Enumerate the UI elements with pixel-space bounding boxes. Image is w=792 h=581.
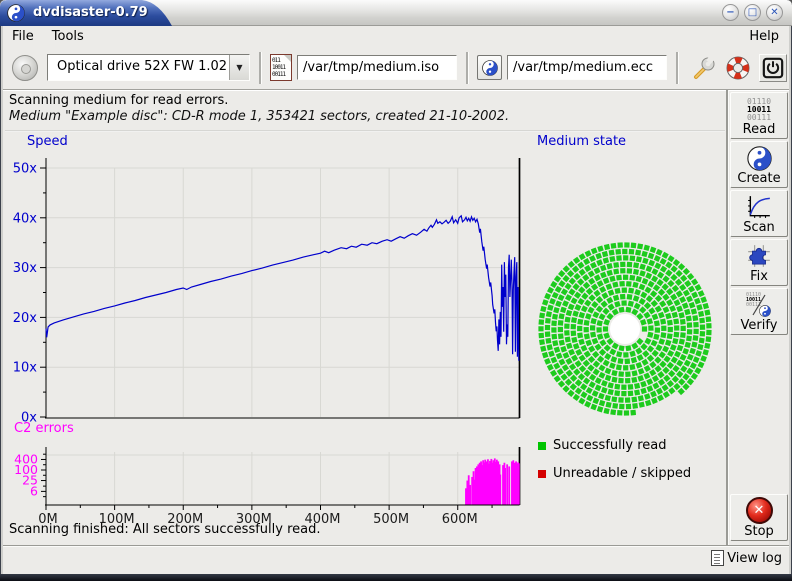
view-log-button[interactable]: View log xyxy=(711,550,782,566)
scan-button[interactable]: Scan xyxy=(730,190,788,237)
window-title: dvdisaster-0.79 xyxy=(33,0,148,25)
toolbar-separator xyxy=(259,52,261,84)
toolbar-separator xyxy=(466,52,468,84)
stop-x-icon: ✕ xyxy=(746,497,773,524)
toolbar: Optical drive 52X FW 1.02 ▼ 011 10011 00… xyxy=(3,46,789,90)
verify-compare-icon: 01110 10011 00111 xyxy=(746,292,772,318)
app-yinyang-icon xyxy=(7,4,25,22)
drive-selector[interactable]: Optical drive 52X FW 1.02 ▼ xyxy=(47,54,250,81)
titlebar[interactable]: dvdisaster-0.79 − □ ✕ xyxy=(0,0,792,26)
legend-successfully-read: Successfully read xyxy=(538,438,666,453)
svg-text:40x: 40x xyxy=(13,211,38,226)
svg-text:30x: 30x xyxy=(13,261,38,276)
create-button[interactable]: Create xyxy=(730,141,788,188)
help-lifebuoy-icon[interactable] xyxy=(725,55,751,81)
red-square-icon xyxy=(538,470,546,478)
svg-text:10x: 10x xyxy=(13,361,38,376)
menubar: File Tools Help xyxy=(3,26,789,46)
menu-tools[interactable]: Tools xyxy=(43,28,93,45)
log-list-icon xyxy=(711,550,724,566)
statusbar: View log xyxy=(3,545,789,574)
ecc-path-input[interactable] xyxy=(507,55,667,80)
ecc-file-icon xyxy=(477,55,502,80)
minimize-button[interactable]: − xyxy=(722,4,739,21)
read-binary-icon: 01110 10011 00111 xyxy=(747,98,771,122)
toolbar-separator xyxy=(676,52,678,84)
iso-path-input[interactable] xyxy=(297,55,457,80)
fix-button[interactable]: Fix xyxy=(730,239,788,286)
menu-help[interactable]: Help xyxy=(739,28,789,45)
puzzle-piece-icon xyxy=(746,243,772,269)
separator xyxy=(726,90,728,545)
close-button[interactable]: ✕ xyxy=(766,4,783,21)
maximize-button[interactable]: □ xyxy=(744,4,761,21)
green-square-icon xyxy=(538,442,546,450)
iso-file-icon: 011 10011 00111 xyxy=(270,54,292,81)
app-window: dvdisaster-0.79 − □ ✕ File Tools Help Op… xyxy=(0,0,792,581)
scan-result-status: Scanning finished: All sectors successfu… xyxy=(9,522,321,537)
verify-button[interactable]: 01110 10011 00111 Verify xyxy=(730,288,788,335)
scan-curve-icon xyxy=(746,194,772,220)
chevron-down-icon[interactable]: ▼ xyxy=(229,55,249,80)
svg-text:0x: 0x xyxy=(21,411,37,426)
preferences-wrench-icon[interactable] xyxy=(691,55,717,81)
svg-text:500M: 500M xyxy=(373,512,409,527)
svg-text:20x: 20x xyxy=(13,311,38,326)
svg-text:50x: 50x xyxy=(13,162,38,177)
main-content: Scanning medium for read errors. Medium … xyxy=(3,90,789,545)
optical-drive-icon xyxy=(12,55,38,81)
menu-file[interactable]: File xyxy=(3,28,43,45)
legend-unreadable: Unreadable / skipped xyxy=(538,466,691,481)
read-button[interactable]: 01110 10011 00111 Read xyxy=(730,92,788,139)
drive-selector-value: Optical drive 52X FW 1.02 xyxy=(48,55,229,80)
svg-text:6: 6 xyxy=(30,483,38,498)
svg-text:600M: 600M xyxy=(442,512,478,527)
stop-button[interactable]: ✕ Stop xyxy=(730,494,788,541)
yinyang-icon xyxy=(747,146,772,171)
window-bottom-border xyxy=(0,574,792,581)
quit-power-icon[interactable] xyxy=(759,54,787,82)
